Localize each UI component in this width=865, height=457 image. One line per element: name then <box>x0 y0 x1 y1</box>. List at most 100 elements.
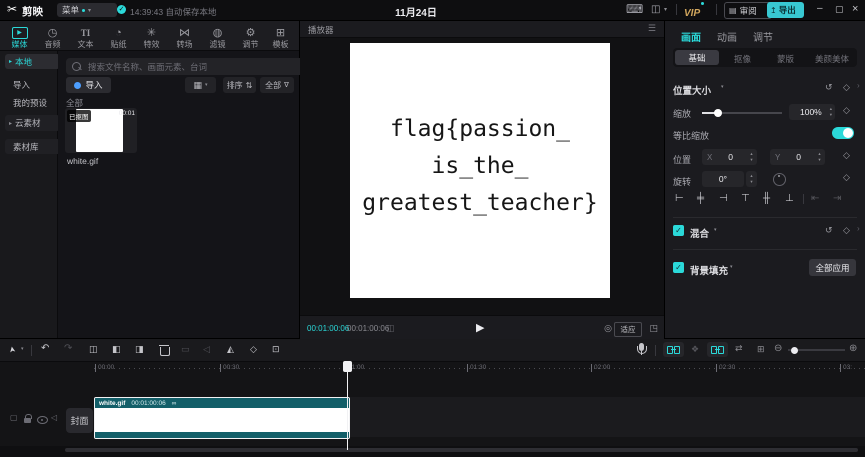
tab-adjustment[interactable]: 调节 <box>753 29 773 44</box>
layout-icon[interactable]: ◫ <box>651 4 660 15</box>
shortcuts-icon[interactable]: ⌨ <box>626 2 643 16</box>
minimize-button[interactable]: – <box>817 3 823 14</box>
rotate-tool-icon[interactable]: ◇ <box>250 344 257 355</box>
zoom-slider-handle[interactable] <box>791 347 798 354</box>
subtab-basic[interactable]: 基础 <box>675 50 719 65</box>
review-button[interactable]: ▤ 审阅 <box>724 2 772 19</box>
tab-text[interactable]: TI 文本 <box>69 24 102 52</box>
subtab-mask[interactable]: 蒙版 <box>777 53 794 65</box>
vip-badge[interactable]: VIP <box>684 3 700 21</box>
menu-button[interactable]: 菜单 ▾ <box>57 3 117 17</box>
subtab-cutout[interactable]: 抠像 <box>734 53 751 65</box>
split-icon[interactable]: ◫ <box>89 344 98 355</box>
player-menu-icon[interactable]: ☰ <box>648 23 656 34</box>
tab-transition[interactable]: ⋈ 转场 <box>168 24 201 52</box>
playhead-handle[interactable] <box>343 361 352 372</box>
tab-filter[interactable]: ◍ 滤镜 <box>201 24 234 52</box>
background-fill-checkbox[interactable]: ✓ <box>673 262 684 273</box>
scale-step-down-icon[interactable]: ▾ <box>830 112 832 118</box>
align-bottom-icon[interactable]: ⊥ <box>785 193 794 204</box>
rotation-step-down-icon[interactable]: ▾ <box>750 179 752 185</box>
track-mute-icon[interactable]: ◁ <box>51 413 57 422</box>
zoom-in-icon[interactable]: ⊕ <box>849 343 857 354</box>
scale-slider-handle[interactable] <box>714 109 722 117</box>
position-keyframe-icon[interactable]: ◇ <box>843 150 850 161</box>
track-options-icon[interactable]: ▢ <box>10 413 18 422</box>
tab-sticker[interactable]: ◔ 贴纸 <box>102 24 135 52</box>
trim-left-icon[interactable]: ◧ <box>112 344 121 355</box>
tab-picture[interactable]: 画面 <box>681 29 701 44</box>
select-tool-caret-icon[interactable]: ▾ <box>21 346 24 352</box>
position-size-keyframe-icon[interactable]: ◇ <box>843 82 850 93</box>
filter-button[interactable]: 全部 ∇ <box>260 77 294 93</box>
preview-canvas[interactable]: flag{passion_ is_the_ greatest_teacher} <box>350 43 610 298</box>
close-button[interactable]: × <box>852 3 858 15</box>
tab-audio[interactable]: ◷ 音频 <box>36 24 69 52</box>
timeline-clip[interactable]: white.gif 00:01:00:06 ∞ <box>94 397 350 439</box>
redo-icon[interactable]: ↷ <box>64 343 72 354</box>
scale-keyframe-icon[interactable]: ◇ <box>843 105 850 116</box>
y-step-down-icon[interactable]: ▾ <box>818 157 820 163</box>
align-left-icon[interactable]: ⊢ <box>675 193 684 204</box>
apply-all-button[interactable]: 全部应用 <box>809 259 856 276</box>
media-clip-card[interactable]: 已抠图 00:01 <box>65 108 137 153</box>
background-caret-icon[interactable]: ▾ <box>730 264 733 270</box>
preview-quality-icon[interactable]: ◎ <box>604 323 612 334</box>
zoom-out-icon[interactable]: ⊖ <box>774 343 782 354</box>
layout-caret-icon[interactable]: ▾ <box>664 6 667 13</box>
tab-effects[interactable]: ✳ 特效 <box>135 24 168 52</box>
reverse-icon[interactable]: ◁ <box>203 344 210 355</box>
play-button[interactable]: ▶ <box>476 321 484 334</box>
tab-media[interactable]: ▶ 媒体 <box>3 24 36 52</box>
rotation-knob[interactable] <box>773 173 786 186</box>
sidebar-item-cloud[interactable]: ▸ 云素材 <box>5 115 60 131</box>
blend-keyframe-icon[interactable]: ◇ <box>843 225 850 236</box>
uniform-scale-toggle[interactable] <box>832 127 854 139</box>
search-bar[interactable] <box>66 58 305 75</box>
position-size-caret-icon[interactable]: ▾ <box>721 84 724 90</box>
record-voiceover-icon[interactable] <box>639 343 644 351</box>
align-center-h-icon[interactable]: ╪ <box>697 193 704 204</box>
sidebar-item-import[interactable]: 导入 <box>13 79 30 91</box>
export-button[interactable]: ↥ 导出 <box>767 2 804 18</box>
track-hide-icon[interactable] <box>37 416 48 424</box>
blend-caret-icon[interactable]: ▾ <box>714 227 717 233</box>
cover-button[interactable]: 封面 <box>66 408 93 433</box>
horizontal-scrollbar[interactable] <box>65 448 858 452</box>
fullscreen-icon[interactable]: ◳ <box>649 323 658 334</box>
rotation-keyframe-icon[interactable]: ◇ <box>843 172 850 183</box>
search-input[interactable] <box>86 61 299 73</box>
undo-icon[interactable]: ↶ <box>41 343 49 354</box>
align-right-icon[interactable]: ⊣ <box>719 193 728 204</box>
freeze-frame-icon[interactable]: ▭ <box>181 344 190 355</box>
linkage-toggle[interactable] <box>707 342 728 357</box>
distribute-v-icon[interactable]: ⇥ <box>833 193 841 204</box>
preview-axis-icon[interactable]: ⇄ <box>735 343 743 354</box>
blend-checkbox[interactable]: ✓ <box>673 225 684 236</box>
align-top-icon[interactable]: ⊤ <box>741 193 750 204</box>
select-tool-icon[interactable]: ➤ <box>7 345 17 353</box>
position-y-stepper[interactable]: ▴ ▾ <box>814 149 825 165</box>
scale-slider[interactable] <box>702 112 782 114</box>
compare-icon[interactable]: ◫ <box>386 323 395 334</box>
scale-stepper[interactable]: ▴ ▾ <box>830 106 832 118</box>
align-middle-v-icon[interactable]: ╫ <box>763 193 770 204</box>
auto-snap-icon[interactable]: ❖ <box>691 344 699 355</box>
sidebar-item-presets[interactable]: 我的预设 <box>13 97 47 109</box>
sort-button[interactable]: 排序 ⇅ <box>223 77 256 93</box>
import-button[interactable]: 导入 <box>66 77 111 93</box>
delete-icon[interactable] <box>160 347 170 356</box>
distribute-h-icon[interactable]: ⇤ <box>811 193 819 204</box>
x-step-down-icon[interactable]: ▾ <box>750 157 752 163</box>
tab-animation[interactable]: 动画 <box>717 29 737 44</box>
rotation-stepper[interactable]: ▴ ▾ <box>746 171 757 187</box>
main-track-magnet-toggle[interactable] <box>663 342 684 357</box>
rotation-value-box[interactable]: 0° <box>702 171 744 187</box>
timeline-zoom-slider[interactable] <box>788 349 845 351</box>
sidebar-item-local[interactable]: ▸ 本地 <box>5 54 60 69</box>
timeline-ruler[interactable]: 00:00 00:30 01:00 01:30 02:00 02:30 03: <box>0 361 865 375</box>
fit-button[interactable]: 适应 <box>614 322 642 337</box>
playhead-line[interactable] <box>347 361 348 450</box>
tab-template[interactable]: ⊞ 模板 <box>264 24 297 52</box>
position-x-stepper[interactable]: ▴ ▾ <box>746 149 757 165</box>
